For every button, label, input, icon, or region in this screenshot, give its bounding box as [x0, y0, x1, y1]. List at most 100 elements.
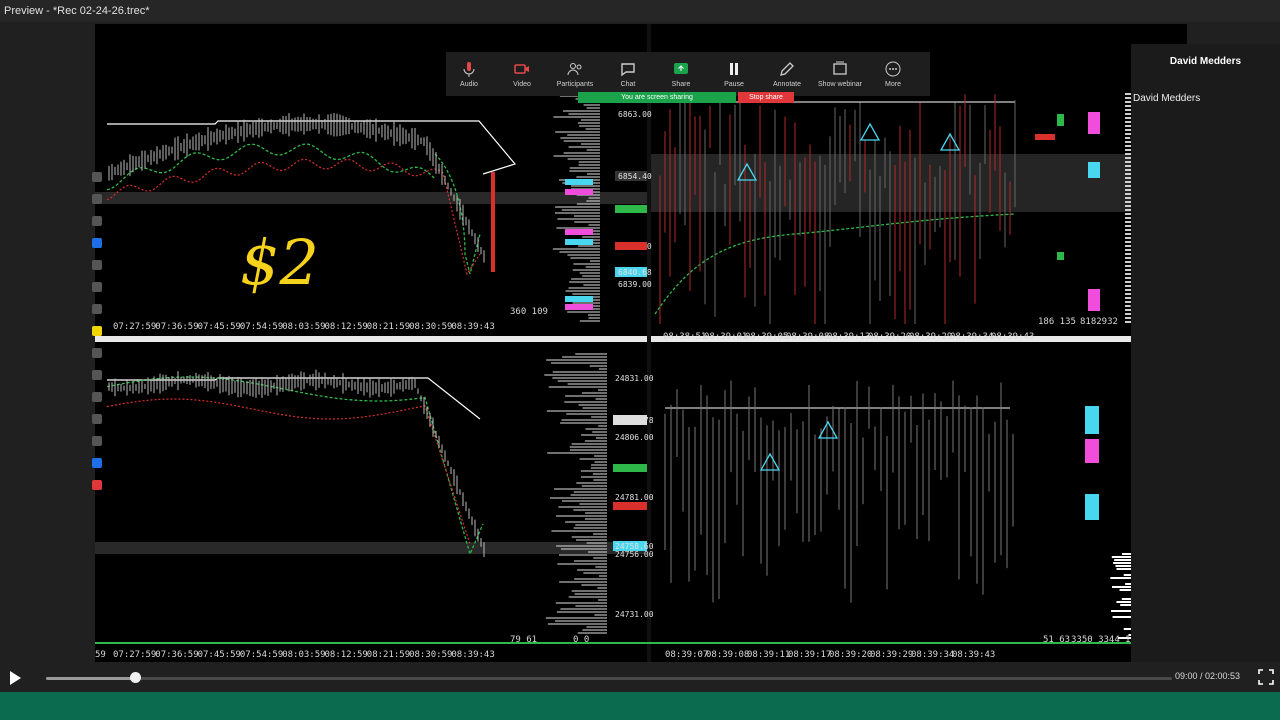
fullscreen-icon[interactable]	[1258, 669, 1274, 685]
select-icon[interactable]	[92, 194, 102, 204]
price-label: 24781.00	[615, 493, 654, 502]
price-band	[95, 192, 647, 204]
moving-average-green	[106, 143, 435, 191]
participants-icon	[567, 63, 582, 76]
time-tick: 08:03:59	[282, 650, 325, 660]
moving-average-red	[106, 398, 471, 545]
participant-name: David Medders	[1169, 56, 1242, 67]
toolbar-label: Participants	[556, 81, 594, 88]
color-icon[interactable]	[92, 326, 102, 336]
time-tick: 08:39:29	[909, 332, 952, 342]
order-bar	[1088, 289, 1100, 311]
toolbar-label: Pause	[724, 81, 744, 88]
time-tick: 08:39:43	[451, 650, 494, 660]
line-icon[interactable]	[92, 304, 102, 314]
price-label: 24731.00	[615, 610, 654, 619]
time-tick: 08:39:01	[704, 332, 747, 342]
order-bar	[565, 229, 593, 235]
player-controls: 09:00 / 02:00:53	[0, 662, 1280, 692]
highlighter-icon[interactable]	[92, 260, 102, 270]
price-label: 24812.78	[615, 416, 654, 425]
order-bar	[565, 296, 593, 302]
taskbar-strip	[0, 692, 1280, 720]
order-bar	[565, 189, 593, 195]
time-tick: 07:45:59	[198, 650, 241, 660]
time-tick: 59	[95, 650, 106, 660]
time-tick: 08:39:07	[665, 650, 708, 660]
order-bar	[1085, 406, 1099, 434]
sharing-status: You are screen sharing	[578, 92, 736, 103]
time-tick: 08:39:43	[991, 332, 1034, 342]
video-stage: 6863.006854.406847.006840.686839.0024831…	[0, 22, 1280, 684]
price-tag	[613, 464, 647, 472]
moving-average-green	[106, 376, 484, 556]
eraser-icon[interactable]	[92, 282, 102, 292]
time-tick: 08:30:59	[409, 322, 452, 332]
price-label: 6839.00	[618, 280, 652, 289]
order-bar-red	[491, 172, 495, 272]
time-tick: 07:36:59	[155, 322, 198, 332]
trading-charts: 6863.006854.406847.006840.686839.0024831…	[95, 24, 1187, 662]
text-icon[interactable]	[92, 216, 102, 226]
time-tick: 08:12:59	[325, 322, 368, 332]
seek-bar[interactable]	[46, 677, 1172, 680]
seek-handle[interactable]	[129, 672, 141, 683]
order-bar-green	[1057, 252, 1064, 260]
playback-time: 09:00 / 02:00:53	[1174, 671, 1240, 681]
save-icon[interactable]	[92, 414, 102, 424]
order-bar	[565, 179, 593, 185]
toolbar-label: Video	[513, 81, 531, 88]
toolbar-chat-button[interactable]: Chat	[605, 52, 651, 96]
meeting-toolbar: Audio Video Participants Chat Share Pause Anno…	[446, 52, 930, 96]
toolbar-audio-button[interactable]: Audio	[446, 52, 492, 96]
time-tick: 08:39:05	[745, 332, 788, 342]
clear-icon[interactable]	[92, 392, 102, 402]
toolbar-share-button[interactable]: Share	[658, 52, 704, 96]
time-tick: 07:54:59	[240, 322, 283, 332]
toolbar-pause-button[interactable]: Pause	[711, 52, 757, 96]
pen-icon[interactable]	[92, 238, 102, 248]
time-tick: 08:39:20	[829, 650, 872, 660]
time-tick: 08:21:59	[367, 322, 410, 332]
redo-icon[interactable]	[92, 370, 102, 380]
toolbar-show-webinar-button[interactable]: Show webinar	[817, 52, 863, 96]
price-label: 24756.00	[615, 550, 654, 559]
time-tick: 08:39:08	[786, 332, 829, 342]
time-tick: 08:39:17	[788, 650, 831, 660]
pencil-icon	[780, 62, 794, 76]
close-annotate-icon[interactable]	[92, 480, 102, 490]
order-bar	[1088, 162, 1100, 178]
time-tick: 08:03:59	[282, 322, 325, 332]
more-tools-icon[interactable]	[92, 436, 102, 446]
time-tick: 08:39:11	[747, 650, 790, 660]
order-bar-red	[1035, 134, 1055, 140]
spotlight-icon[interactable]	[92, 458, 102, 468]
signal-triangle	[859, 122, 881, 141]
shared-screen: 6863.006854.406847.006840.686839.0024831…	[95, 24, 1187, 662]
order-bar	[1088, 112, 1100, 134]
toolbar-label: Share	[671, 81, 691, 88]
price-label: 6840.68	[618, 268, 652, 277]
price-label: 24831.00	[615, 374, 654, 383]
price-label: 24806.00	[615, 433, 654, 442]
toolbar-annotate-button[interactable]: Annotate	[764, 52, 810, 96]
pointer-icon[interactable]	[92, 172, 102, 182]
undo-icon[interactable]	[92, 348, 102, 358]
seek-progress	[46, 677, 135, 680]
webinar-icon	[833, 61, 847, 75]
price-band	[95, 542, 647, 554]
stop-share-button[interactable]: Stop share	[738, 92, 794, 103]
time-tick: 07:54:59	[240, 650, 283, 660]
vertical-divider	[647, 24, 651, 662]
order-bar	[565, 304, 593, 310]
price-label: 6863.00	[618, 110, 652, 119]
play-icon[interactable]	[7, 670, 23, 686]
toolbar-participants-button[interactable]: Participants	[552, 52, 598, 96]
time-tick: 08:39:43	[451, 322, 494, 332]
volume-total: 8182932	[1080, 317, 1118, 327]
participant-name-tag: David Medders	[1133, 93, 1201, 104]
window-title: Preview - *Rec 02-24-26.trec*	[0, 0, 1280, 22]
toolbar-label: Audio	[460, 81, 478, 88]
toolbar-more-button[interactable]: More	[870, 52, 916, 96]
toolbar-video-button[interactable]: Video	[499, 52, 545, 96]
